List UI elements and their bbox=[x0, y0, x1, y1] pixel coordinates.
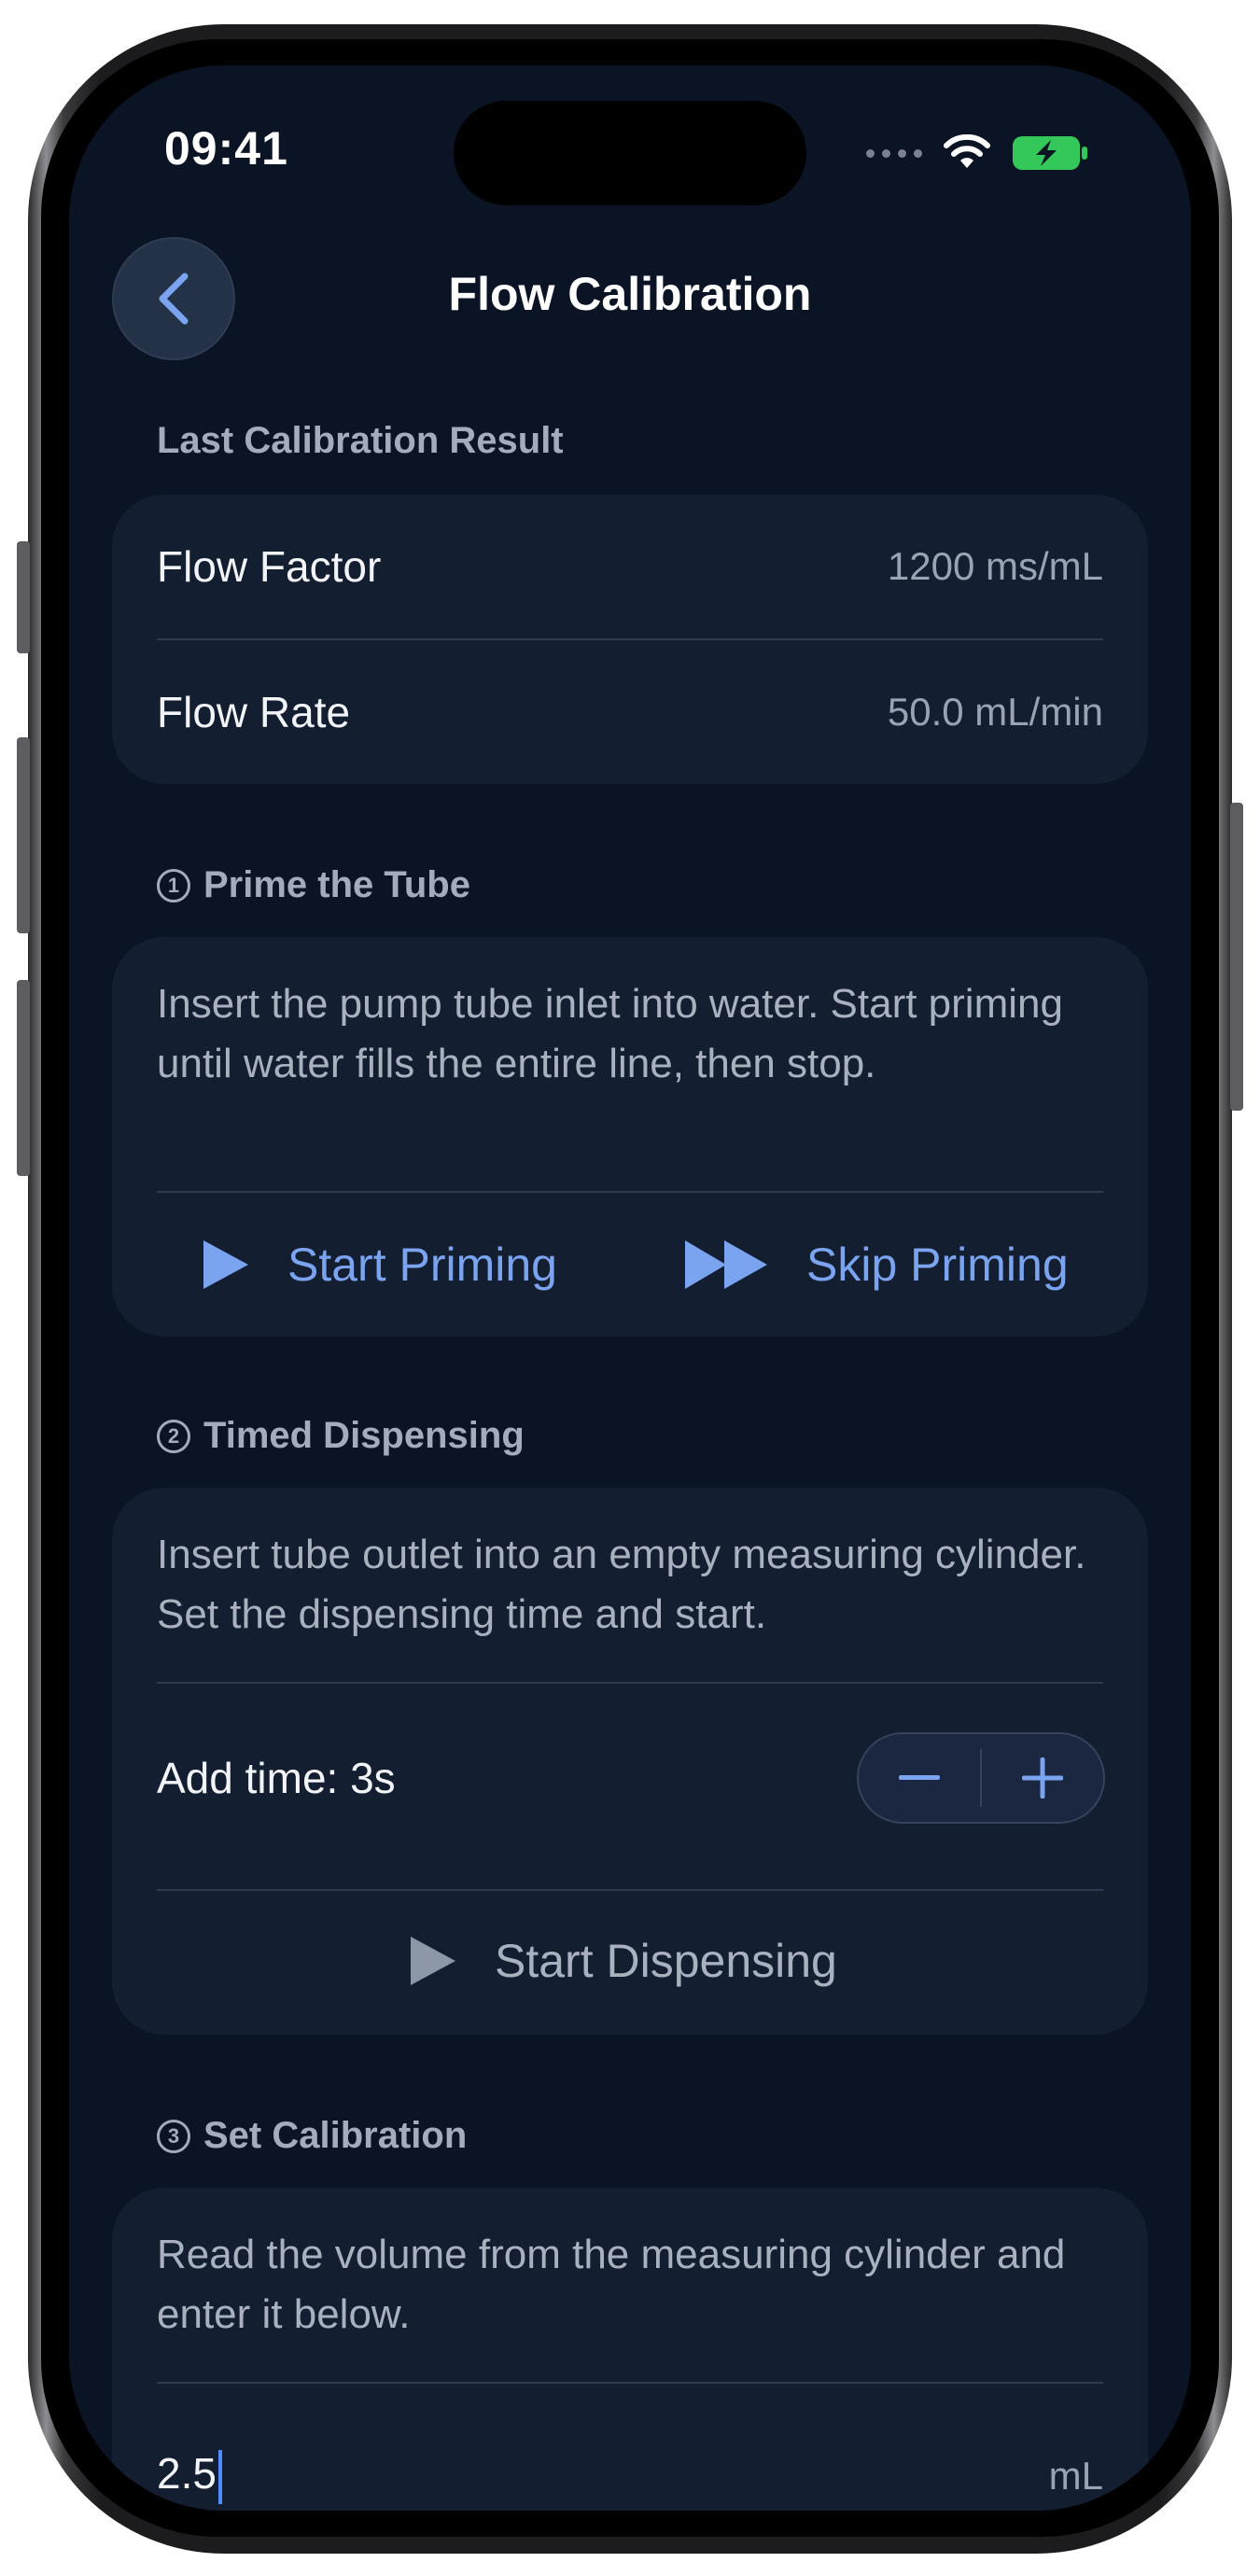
divider bbox=[157, 638, 1103, 640]
start-priming-button[interactable]: Start Priming bbox=[202, 1238, 557, 1292]
start-dispensing-button[interactable]: Start Dispensing bbox=[409, 1934, 837, 1988]
screen: 09:41 Flow Calibration Last Calibration … bbox=[69, 65, 1191, 2511]
set-calibration-card: Read the volume from the measuring cylin… bbox=[112, 2188, 1148, 2511]
step3-section-label: 3 Set Calibration bbox=[157, 2115, 467, 2157]
prime-card: Insert the pump tube inlet into water. S… bbox=[112, 937, 1148, 1337]
step2-section-label: 2 Timed Dispensing bbox=[157, 1415, 525, 1457]
volume-input[interactable]: 2.5 bbox=[157, 2448, 222, 2504]
play-icon bbox=[203, 1240, 248, 1289]
text-caret bbox=[217, 2449, 222, 2504]
flow-rate-row: Flow Rate 50.0 mL/min bbox=[157, 683, 1103, 741]
divider bbox=[157, 1889, 1103, 1891]
dispensing-description: Insert tube outlet into an empty measuri… bbox=[157, 1532, 1086, 1637]
step-number-icon: 3 bbox=[157, 2119, 190, 2153]
play-icon bbox=[411, 1937, 455, 1985]
signal-icon bbox=[866, 148, 922, 158]
set-calibration-description: Read the volume from the measuring cylin… bbox=[157, 2232, 1066, 2337]
fast-forward-icon bbox=[685, 1240, 767, 1289]
volume-input-row[interactable]: 2.5 mL bbox=[157, 2445, 1103, 2507]
dispensing-card: Insert tube outlet into an empty measuri… bbox=[112, 1488, 1148, 2035]
divider bbox=[157, 2382, 1103, 2384]
time-stepper[interactable] bbox=[857, 1732, 1105, 1824]
skip-priming-label: Skip Priming bbox=[806, 1239, 1069, 1291]
volume-down-button bbox=[17, 980, 30, 1176]
minus-icon bbox=[899, 1775, 940, 1780]
prime-description: Insert the pump tube inlet into water. S… bbox=[157, 981, 1063, 1086]
page-title: Flow Calibration bbox=[448, 268, 812, 320]
step-number-icon: 1 bbox=[157, 868, 190, 903]
volume-up-button bbox=[17, 737, 30, 933]
flow-factor-value: 1200 ms/mL bbox=[887, 544, 1103, 588]
last-result-section-label: Last Calibration Result bbox=[157, 420, 564, 461]
increment-button[interactable] bbox=[982, 1734, 1103, 1822]
skip-priming-button[interactable]: Skip Priming bbox=[683, 1238, 1069, 1292]
status-time: 09:41 bbox=[164, 122, 288, 175]
last-result-card: Flow Factor 1200 ms/mL Flow Rate 50.0 mL… bbox=[112, 495, 1148, 784]
add-time-label: Add time: 3s bbox=[157, 1754, 396, 1802]
dynamic-island bbox=[454, 101, 806, 205]
flow-rate-label: Flow Rate bbox=[157, 688, 351, 736]
action-button bbox=[17, 541, 30, 653]
decrement-button[interactable] bbox=[859, 1734, 980, 1822]
start-dispensing-label: Start Dispensing bbox=[495, 1935, 837, 1987]
battery-icon bbox=[1013, 136, 1087, 170]
divider bbox=[157, 1682, 1103, 1684]
flow-factor-row: Flow Factor 1200 ms/mL bbox=[157, 538, 1103, 595]
step-number-icon: 2 bbox=[157, 1419, 190, 1453]
step1-section-label: 1 Prime the Tube bbox=[157, 864, 470, 906]
wifi-icon bbox=[944, 134, 990, 168]
status-icons bbox=[866, 134, 1088, 172]
flow-factor-label: Flow Factor bbox=[157, 542, 382, 591]
power-button bbox=[1230, 803, 1243, 1111]
start-priming-label: Start Priming bbox=[287, 1239, 557, 1291]
volume-unit: mL bbox=[1048, 2454, 1103, 2498]
divider bbox=[157, 1191, 1103, 1193]
flow-rate-value: 50.0 mL/min bbox=[887, 690, 1103, 734]
plus-icon bbox=[1022, 1757, 1063, 1799]
